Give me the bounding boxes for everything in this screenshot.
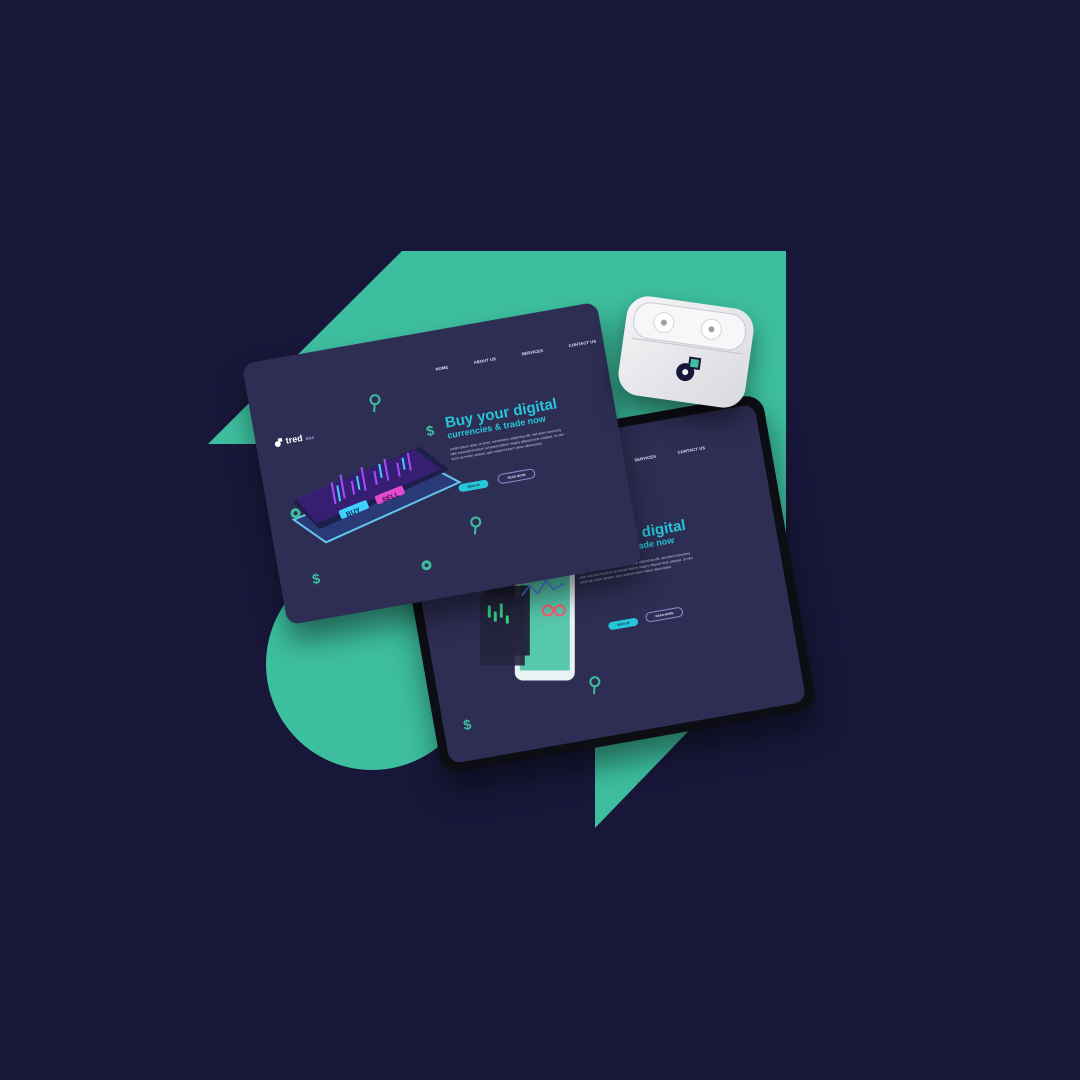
- brand-logo-icon: [676, 356, 702, 382]
- svg-text:$: $: [425, 422, 436, 439]
- trading-illustration: BUY SELL: [291, 446, 462, 544]
- logo-icon: [274, 437, 283, 447]
- tablet-readmore-button[interactable]: READ MORE: [644, 606, 685, 623]
- nav-home[interactable]: HOME: [435, 364, 448, 371]
- svg-text:$: $: [462, 716, 473, 733]
- tablet-signup-button[interactable]: SIGN UP: [607, 617, 640, 631]
- airpods-illustration: [631, 302, 747, 382]
- airpods-case: [615, 293, 757, 411]
- dollar-icon: $: [425, 422, 436, 439]
- brand-sub: ERA: [305, 434, 315, 442]
- desktop-readmore-button[interactable]: READ MORE: [496, 467, 537, 485]
- nav-contact[interactable]: CONTACT US: [568, 338, 596, 348]
- nav-services[interactable]: SERVICES: [521, 348, 543, 357]
- brand-name: tred: [284, 432, 304, 446]
- nav-about[interactable]: ABOUT US: [473, 356, 496, 365]
- nav-services[interactable]: SERVICES: [634, 454, 656, 463]
- mockup-stage: ABOUT US SERVICES CONTACT US Buy your di…: [0, 0, 1080, 1080]
- dollar-icon: $: [311, 570, 322, 587]
- magnifier-icon: [369, 394, 381, 413]
- gear-icon: [290, 508, 301, 519]
- gear-icon: [421, 560, 432, 571]
- desktop-nav: HOME ABOUT US SERVICES CONTACT US: [435, 338, 596, 371]
- magnifier-icon: [470, 516, 482, 535]
- svg-text:$: $: [311, 570, 322, 587]
- nav-contact[interactable]: CONTACT US: [677, 445, 705, 455]
- dollar-icon: $: [462, 716, 473, 733]
